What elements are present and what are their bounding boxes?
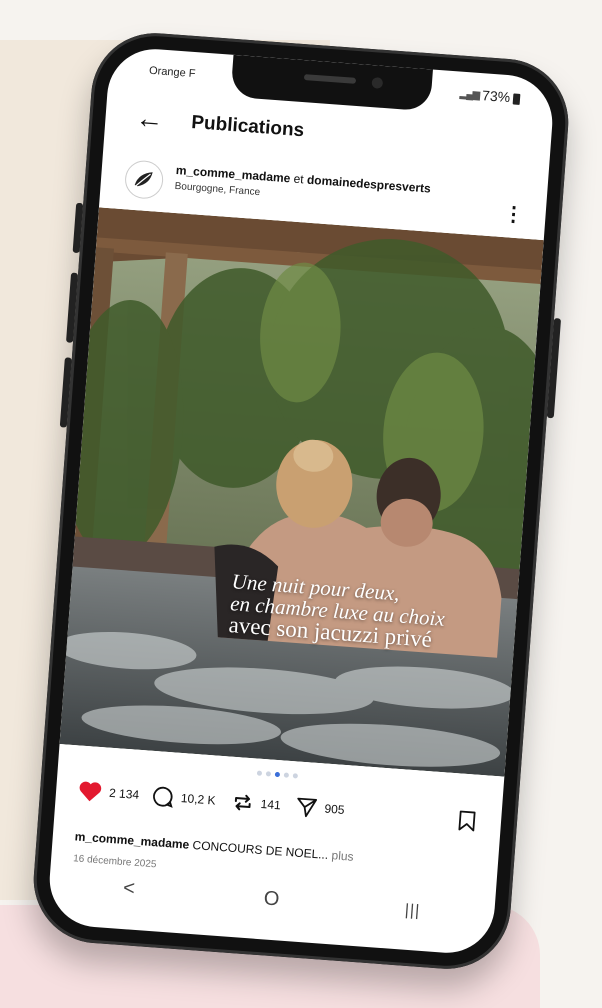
comment-button[interactable]: 10,2 K <box>151 785 216 812</box>
repost-icon <box>234 794 251 811</box>
nav-home-icon[interactable]: O <box>263 887 280 911</box>
repost-count: 141 <box>260 796 282 813</box>
carousel-dot <box>256 770 263 776</box>
send-icon <box>297 797 318 818</box>
bookmark-icon <box>458 810 476 832</box>
caption-author[interactable]: m_comme_madame <box>74 829 189 851</box>
post-date: 16 décembre 2025 <box>72 853 157 871</box>
more-options-icon[interactable]: ⋮ <box>503 201 525 227</box>
battery-icon <box>512 92 521 105</box>
nav-recents-icon[interactable]: ||| <box>404 902 421 921</box>
heart-icon <box>79 781 102 802</box>
coauthor-username[interactable]: domainedespresverts <box>306 173 431 196</box>
notch <box>230 54 433 112</box>
speaker <box>303 74 357 84</box>
signal-icon: ▂▄▆ <box>459 88 480 101</box>
save-button[interactable] <box>456 809 478 837</box>
phone-screen: Orange F ▂▄▆ 73% ← Publications m_comme_… <box>46 45 556 957</box>
carousel-dot <box>283 772 290 778</box>
jacuzzi-photo <box>59 207 544 777</box>
leaf-logo-icon <box>127 162 162 197</box>
phone-frame: Orange F ▂▄▆ 73% ← Publications m_comme_… <box>29 28 573 974</box>
comment-count: 10,2 K <box>180 791 217 808</box>
front-camera <box>371 77 384 89</box>
caption-text: CONCOURS DE NOEL... <box>192 838 329 862</box>
carrier-label: Orange F <box>148 64 196 81</box>
page-title: Publications <box>190 111 305 142</box>
carousel-dot <box>265 771 272 777</box>
like-button[interactable]: 2 134 <box>77 779 140 805</box>
action-bar: 2 134 10,2 K 141 905 <box>55 772 502 841</box>
repost-button[interactable]: 141 <box>231 791 282 817</box>
author-connector: et <box>293 171 305 187</box>
arrow-left-icon[interactable]: ← <box>134 102 165 136</box>
power-button <box>546 318 562 419</box>
battery-percentage: 73% <box>481 87 511 106</box>
post-location[interactable]: Bourgogne, France <box>174 181 260 198</box>
carousel-indicator <box>256 770 299 779</box>
post-image[interactable]: Une nuit pour deux, en chambre luxe au c… <box>59 207 544 777</box>
share-count: 905 <box>324 801 346 817</box>
system-nav-bar: < O ||| <box>48 872 495 935</box>
comment-icon <box>153 786 173 808</box>
caption-more-link[interactable]: plus <box>331 848 354 864</box>
status-right: ▂▄▆ 73% <box>459 86 521 106</box>
avatar[interactable] <box>123 159 165 200</box>
like-count: 2 134 <box>108 785 140 802</box>
carousel-dot-active <box>274 771 281 778</box>
share-button[interactable]: 905 <box>295 795 346 821</box>
nav-back-icon[interactable]: < <box>122 877 135 901</box>
carousel-dot <box>292 773 299 779</box>
